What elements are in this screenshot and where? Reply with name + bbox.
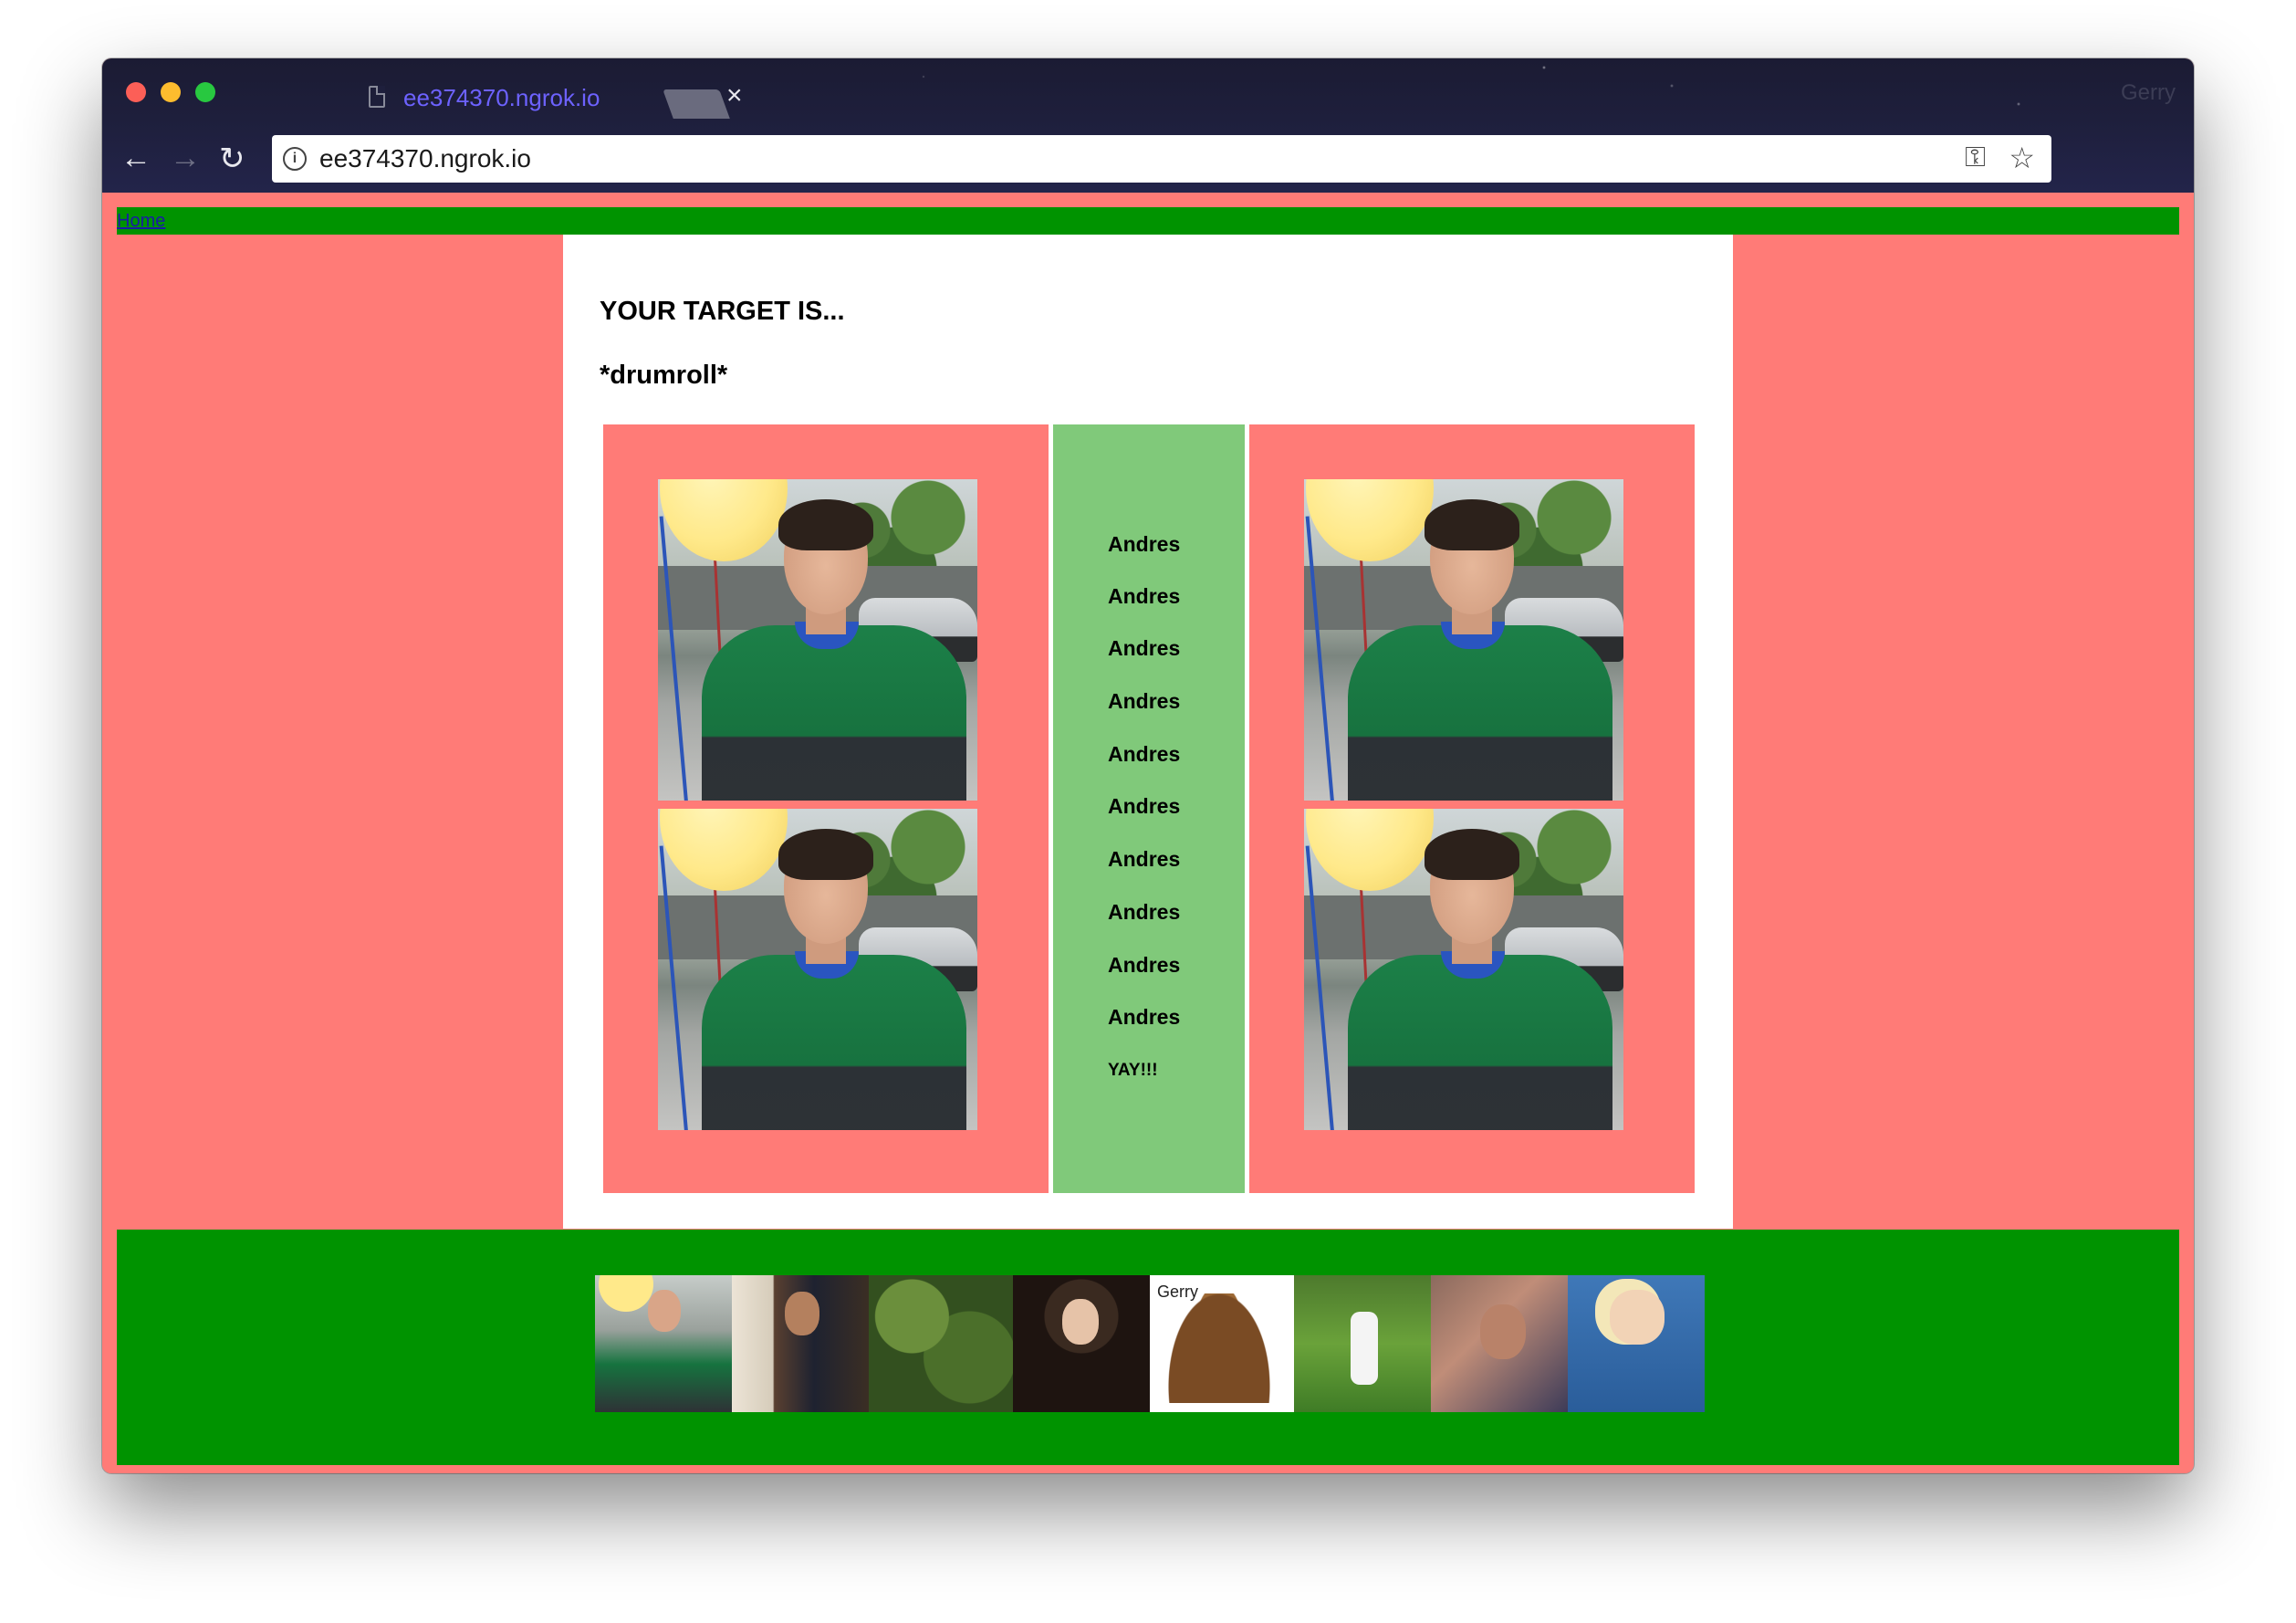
profile-name[interactable]: Gerry <box>2121 80 2176 106</box>
target-photo <box>1304 809 1623 1130</box>
minimize-window-button[interactable] <box>161 82 181 102</box>
player-thumbnail[interactable] <box>1568 1275 1705 1412</box>
left-photo-column <box>603 424 1049 1193</box>
top-nav-bar: Home <box>117 207 2179 235</box>
target-photo <box>658 479 977 801</box>
poop-emoji-icon <box>1168 1293 1270 1403</box>
name-item: Andres <box>1108 900 1181 924</box>
new-tab-button[interactable] <box>663 89 730 119</box>
browser-toolbar: ee374370.ngrok.io × Gerry ← → ↻ i ee3743… <box>102 58 2194 193</box>
back-button[interactable]: ← <box>120 141 151 176</box>
name-item: Andres <box>1108 847 1181 871</box>
player-thumbnail[interactable] <box>732 1275 869 1412</box>
name-item: Andres <box>1108 636 1181 660</box>
target-grid: Andres Andres Andres Andres Andres Andre… <box>603 424 1695 1193</box>
name-item: Andres <box>1108 689 1181 713</box>
target-photo <box>1304 479 1623 801</box>
page-subline: *drumroll* <box>600 361 728 390</box>
name-item: Andres <box>1108 794 1181 818</box>
player-thumbnail[interactable] <box>1431 1275 1568 1412</box>
document-icon <box>369 86 385 108</box>
page-headline: YOUR TARGET IS... <box>600 297 845 326</box>
address-bar[interactable]: i ee374370.ngrok.io ⚿ ☆ <box>272 135 2051 183</box>
names-column: Andres Andres Andres Andres Andres Andre… <box>1053 424 1245 1193</box>
reload-button[interactable]: ↻ <box>219 141 245 177</box>
name-item: Andres <box>1108 584 1181 608</box>
player-thumbnail[interactable]: Gerry <box>1150 1275 1294 1412</box>
name-item: Andres <box>1108 742 1181 766</box>
name-item: Andres <box>1108 532 1181 556</box>
player-thumbnail[interactable] <box>1294 1275 1431 1412</box>
player-thumbnail[interactable] <box>595 1275 732 1412</box>
key-icon[interactable]: ⚿ <box>1965 142 1986 173</box>
star-icon[interactable]: ☆ <box>2009 141 2035 175</box>
forward-button[interactable]: → <box>170 141 201 176</box>
page-viewport: Home YOUR TARGET IS... *drumroll* Andres… <box>102 193 2194 1473</box>
browser-window: ee374370.ngrok.io × Gerry ← → ↻ i ee3743… <box>102 58 2194 1473</box>
right-photo-column <box>1249 424 1695 1193</box>
browser-tab[interactable]: ee374370.ngrok.io × <box>239 68 743 128</box>
player-thumbnail[interactable] <box>869 1275 1013 1412</box>
close-window-button[interactable] <box>126 82 146 102</box>
target-photo <box>658 809 977 1130</box>
finale-text: YAY!!! <box>1108 1061 1158 1080</box>
name-item: Andres <box>1108 953 1181 977</box>
main-panel: YOUR TARGET IS... *drumroll* Andres Andr… <box>563 235 1733 1229</box>
player-thumbnail[interactable] <box>1013 1275 1150 1412</box>
tab-close-icon[interactable]: × <box>726 80 743 111</box>
info-icon[interactable]: i <box>283 147 307 171</box>
name-item: Andres <box>1108 1005 1181 1029</box>
zoom-window-button[interactable] <box>195 82 215 102</box>
tab-title: ee374370.ngrok.io <box>403 84 600 111</box>
url-text[interactable]: ee374370.ngrok.io <box>319 144 531 173</box>
player-photo-strip: Gerry <box>595 1275 1705 1412</box>
footer-bar: Gerry <box>117 1230 2179 1465</box>
home-link[interactable]: Home <box>117 211 165 232</box>
